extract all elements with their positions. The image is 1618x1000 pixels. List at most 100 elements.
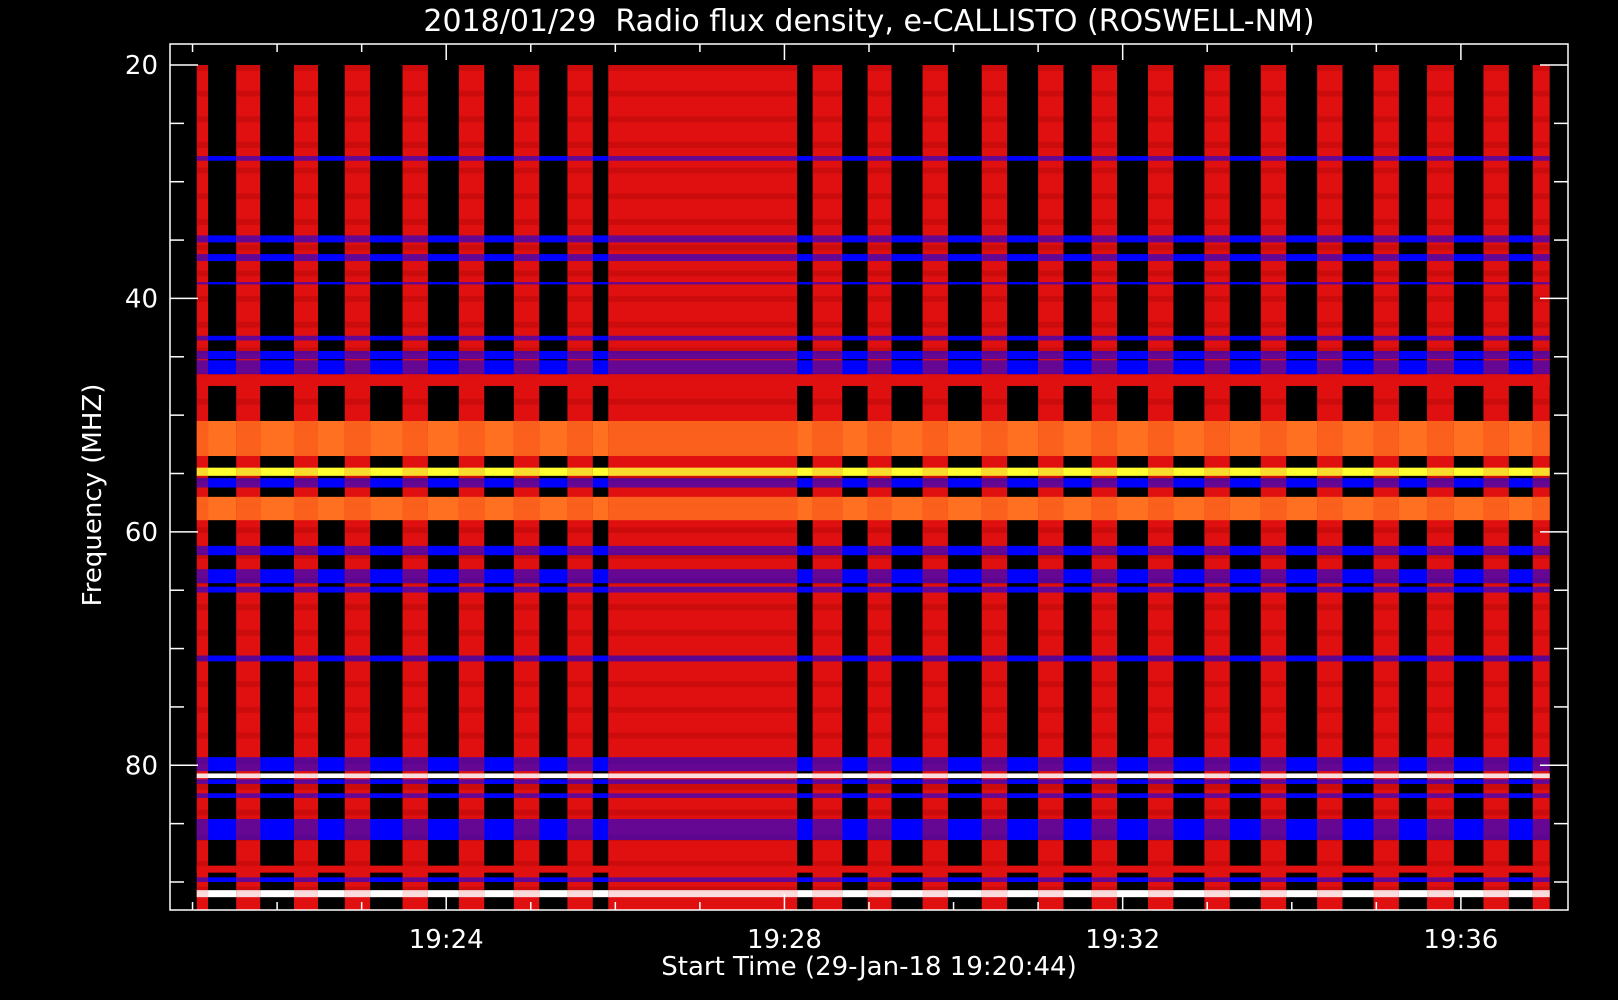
strip-band bbox=[867, 335, 892, 341]
strip-band bbox=[567, 254, 593, 262]
strip-band bbox=[1373, 254, 1399, 262]
strip-band bbox=[236, 156, 261, 161]
strip-band bbox=[458, 779, 485, 784]
strip-band bbox=[1038, 818, 1064, 840]
strip-texture bbox=[513, 296, 540, 302]
strip-texture bbox=[608, 65, 798, 71]
strip-band bbox=[344, 478, 371, 488]
strip-band bbox=[236, 890, 261, 898]
strip-texture bbox=[1373, 398, 1399, 405]
strip-band bbox=[1317, 350, 1343, 360]
strip-band bbox=[567, 467, 593, 476]
strip-texture bbox=[1148, 116, 1174, 123]
strip-band bbox=[981, 773, 1008, 779]
strip-texture bbox=[1483, 142, 1509, 148]
strip-texture bbox=[608, 193, 798, 200]
strip-band bbox=[922, 865, 948, 873]
strip-band bbox=[1532, 773, 1550, 779]
strip-band bbox=[1317, 282, 1343, 285]
strip-band bbox=[196, 877, 209, 882]
strip-texture bbox=[236, 706, 261, 713]
strip-band bbox=[1038, 877, 1064, 882]
strip-band bbox=[236, 235, 261, 243]
strip-texture bbox=[1532, 219, 1550, 225]
strip-texture bbox=[1427, 706, 1454, 713]
strip-texture bbox=[344, 809, 371, 816]
strip-texture bbox=[567, 296, 593, 302]
strip-texture bbox=[196, 783, 209, 790]
strip-band bbox=[867, 350, 892, 360]
strip-band bbox=[567, 350, 593, 360]
strip-band bbox=[922, 374, 948, 386]
strip-band bbox=[981, 877, 1008, 882]
strip-texture bbox=[513, 65, 540, 71]
strip-band bbox=[1148, 818, 1174, 840]
strip-band bbox=[458, 865, 485, 873]
strip-texture bbox=[196, 167, 209, 174]
strip-texture bbox=[458, 809, 485, 816]
strip-band bbox=[1373, 496, 1399, 521]
strip-band bbox=[1038, 235, 1064, 243]
strip-band bbox=[236, 586, 261, 593]
strip-band bbox=[1373, 374, 1399, 386]
strip-band bbox=[922, 156, 948, 161]
strip-texture bbox=[1317, 681, 1343, 688]
strip-texture bbox=[1260, 116, 1287, 123]
strip-band bbox=[236, 569, 261, 584]
strip-band bbox=[812, 773, 843, 779]
strip-band bbox=[1148, 655, 1174, 662]
strip-texture bbox=[294, 167, 318, 174]
strip-band bbox=[196, 156, 209, 161]
strip-band bbox=[608, 545, 798, 556]
strip-texture bbox=[1317, 142, 1343, 148]
strip-texture bbox=[513, 809, 540, 816]
strip-texture bbox=[513, 219, 540, 225]
strip-texture bbox=[1483, 167, 1509, 174]
strip-band bbox=[196, 350, 209, 360]
strip-texture bbox=[1260, 219, 1287, 225]
strip-texture bbox=[513, 629, 540, 636]
strip-band bbox=[1483, 254, 1509, 262]
strip-texture bbox=[608, 783, 798, 790]
strip-texture bbox=[294, 219, 318, 225]
strip-texture bbox=[1483, 706, 1509, 713]
strip-texture bbox=[1091, 116, 1118, 123]
strip-texture bbox=[867, 809, 892, 816]
strip-texture bbox=[196, 629, 209, 636]
strip-band bbox=[1038, 282, 1064, 285]
strip-texture bbox=[1317, 65, 1343, 71]
strip-texture bbox=[812, 65, 843, 71]
strip-texture bbox=[513, 270, 540, 277]
strip-band bbox=[513, 890, 540, 898]
strip-band bbox=[567, 569, 593, 584]
strip-band bbox=[513, 350, 540, 360]
strip-texture bbox=[812, 809, 843, 816]
strip-band bbox=[1317, 779, 1343, 784]
strip-band bbox=[1317, 545, 1343, 556]
strip-band bbox=[1148, 569, 1174, 584]
strip-band bbox=[867, 282, 892, 285]
strip-texture bbox=[1148, 732, 1174, 739]
strip-texture bbox=[867, 142, 892, 148]
strip-texture bbox=[981, 219, 1008, 225]
strip-texture bbox=[458, 116, 485, 123]
time-strip bbox=[236, 65, 261, 910]
strip-band bbox=[1038, 545, 1064, 556]
strip-texture bbox=[981, 398, 1008, 405]
strip-texture bbox=[608, 167, 798, 174]
strip-texture bbox=[567, 732, 593, 739]
strip-texture bbox=[1373, 244, 1399, 251]
strip-band bbox=[1427, 254, 1454, 262]
strip-texture bbox=[1148, 604, 1174, 611]
strip-texture bbox=[294, 629, 318, 636]
strip-texture bbox=[1427, 65, 1454, 71]
strip-band bbox=[567, 478, 593, 488]
strip-band bbox=[458, 374, 485, 386]
strip-band bbox=[608, 282, 798, 285]
strip-texture bbox=[567, 783, 593, 790]
strip-band bbox=[513, 235, 540, 243]
strip-band bbox=[1204, 569, 1230, 584]
strip-texture bbox=[981, 321, 1008, 328]
strip-band bbox=[1260, 254, 1287, 262]
strip-band bbox=[513, 779, 540, 784]
